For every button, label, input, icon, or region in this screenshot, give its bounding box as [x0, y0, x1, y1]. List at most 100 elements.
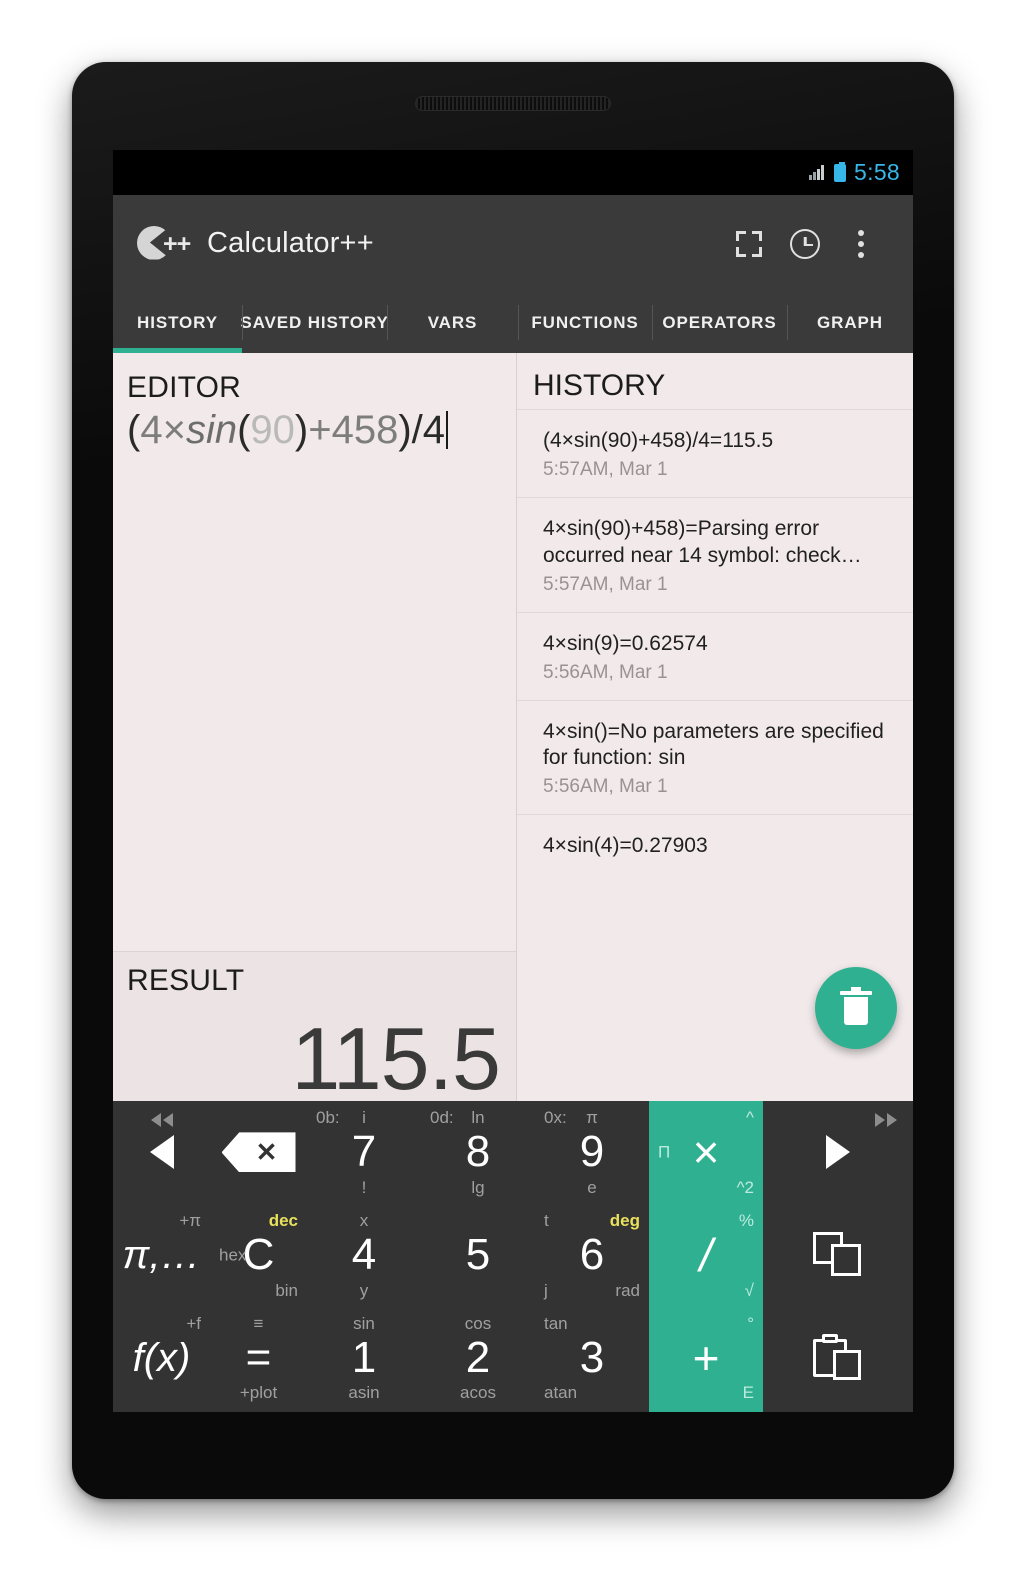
- key-1-corner-tc: sin: [353, 1313, 375, 1333]
- key-9-corner-tl: 0x:: [544, 1108, 567, 1127]
- history-expression: 4×sin(9)=0.62574: [543, 631, 708, 655]
- key-4-corner-tc: x: [359, 1210, 369, 1230]
- history-button[interactable]: [777, 216, 833, 272]
- double-left-icon: [150, 1113, 173, 1127]
- key-equals-corner-tc: ≡: [253, 1313, 264, 1333]
- key-share[interactable]: [210, 1409, 307, 1412]
- editor-pane[interactable]: EDITOR (4×sin(90)+458)/4: [113, 353, 516, 951]
- tab-vars[interactable]: VARS: [387, 292, 518, 353]
- history-title: HISTORY: [533, 369, 666, 402]
- key-clear-label: C: [242, 1230, 275, 1280]
- expr-part-8: )/4: [398, 408, 446, 452]
- fullscreen-icon: [736, 230, 762, 257]
- history-list-item[interactable]: 4×sin()=No parameters are specified for …: [517, 699, 913, 815]
- history-list-item[interactable]: 4×sin(4)=0.27903: [517, 814, 913, 876]
- earpiece-speaker: [415, 96, 611, 111]
- battery-charging-icon: [834, 161, 847, 182]
- key-clear-corner-ml: hex: [219, 1245, 247, 1265]
- key-1-corner-bc: asin: [348, 1383, 380, 1403]
- history-timestamp: 5:56AM, Mar 1: [543, 661, 668, 683]
- expr-part-5: 90: [250, 408, 295, 452]
- history-expression: 4×sin()=No parameters are specified for …: [543, 719, 884, 770]
- tab-saved-history[interactable]: SAVED HISTORY: [240, 292, 388, 353]
- key-parentheses[interactable]: (…) ( ) ( ): [307, 1409, 421, 1412]
- key-clear[interactable]: hex dec bin C: [210, 1204, 307, 1307]
- editor-title: EDITOR: [127, 371, 241, 404]
- tab-graph[interactable]: GRAPH: [787, 292, 913, 353]
- key-4[interactable]: x y 4: [307, 1204, 421, 1307]
- key-functions-corner-tr: +f: [186, 1313, 201, 1333]
- history-list-item[interactable]: 4×sin(90)+458)=Parsing error occurred ne…: [517, 496, 913, 612]
- key-memory[interactable]: undo redo M: [763, 1409, 913, 1412]
- key-cursor-right[interactable]: [763, 1101, 913, 1204]
- key-constants[interactable]: +π π,…: [113, 1204, 210, 1307]
- key-8[interactable]: 0d: ln lg 8: [421, 1101, 535, 1204]
- trash-icon: [840, 987, 872, 1025]
- key-7[interactable]: 0b: i ! 7: [307, 1101, 421, 1204]
- key-divide[interactable]: % √ /: [649, 1203, 763, 1307]
- key-6-label: 6: [579, 1230, 605, 1280]
- history-expression: 4×sin(4)=0.27903: [543, 834, 708, 858]
- delete-history-fab[interactable]: [815, 967, 897, 1049]
- editor-expression[interactable]: (4×sin(90)+458)/4: [127, 407, 502, 454]
- key-2[interactable]: cos acos 2: [421, 1307, 535, 1410]
- history-timestamp: 5:57AM, Mar 1: [543, 573, 668, 595]
- key-0[interactable]: 00 000 0: [421, 1409, 535, 1412]
- fullscreen-button[interactable]: [721, 216, 777, 272]
- result-title: RESULT: [127, 964, 245, 997]
- key-8-corner-bc: lg: [471, 1177, 485, 1197]
- history-panel: HISTORY (4×sin(90)+458)/4=115.5 5:57AM, …: [517, 353, 913, 1101]
- key-2-corner-bc: acos: [460, 1383, 496, 1403]
- overflow-menu-button[interactable]: [833, 216, 889, 272]
- key-minus[interactable]: ∂,… −: [649, 1409, 763, 1412]
- key-1[interactable]: sin asin 1: [307, 1307, 421, 1410]
- key-functions-label: f(x): [132, 1335, 191, 1380]
- key-functions[interactable]: +f f(x): [113, 1307, 210, 1410]
- key-clear-corner-bin: bin: [275, 1280, 298, 1300]
- expr-part-4: (: [237, 408, 251, 452]
- key-paste[interactable]: [763, 1307, 913, 1410]
- tab-bar: HISTORY SAVED HISTORY VARS FUNCTIONS OPE…: [113, 292, 913, 353]
- tablet-device-frame: 5:58 ++ Calculator++ HISTORY SAVED HISTO…: [72, 62, 954, 1499]
- key-backspace[interactable]: ✕: [210, 1101, 307, 1204]
- key-6-corner-bl: j: [544, 1280, 548, 1300]
- tab-operators[interactable]: OPERATORS: [652, 292, 787, 353]
- backspace-icon: ✕: [221, 1132, 296, 1173]
- key-operators[interactable]: ∂,…: [113, 1409, 210, 1412]
- history-expression: 4×sin(90)+458)=Parsing error occurred ne…: [543, 516, 862, 567]
- key-multiply[interactable]: Π ^ ^2 ×: [649, 1101, 763, 1204]
- history-expression: (4×sin(90)+458)/4=115.5: [543, 429, 774, 452]
- key-copy[interactable]: [763, 1204, 913, 1307]
- history-list-item[interactable]: (4×sin(90)+458)/4=115.5 5:57AM, Mar 1: [517, 409, 913, 497]
- tab-history[interactable]: HISTORY: [113, 292, 242, 353]
- key-8-corner-tc: ln: [471, 1108, 485, 1127]
- key-clear-corner-dec: dec: [268, 1210, 298, 1230]
- key-plus[interactable]: ° E +: [649, 1306, 763, 1410]
- expr-part-2: 4×: [140, 408, 186, 452]
- expr-part-1: (: [127, 408, 141, 452]
- key-6[interactable]: t j deg rad 6: [535, 1204, 649, 1307]
- key-5[interactable]: 5: [421, 1204, 535, 1307]
- history-list-item[interactable]: 4×sin(9)=0.62574 5:56AM, Mar 1: [517, 611, 913, 700]
- key-6-corner-tl: t: [544, 1210, 549, 1230]
- action-bar: ++ Calculator++: [113, 195, 913, 292]
- expr-part-6: ): [294, 408, 309, 452]
- key-3[interactable]: tan atan 3: [535, 1307, 649, 1410]
- page-title: Calculator++: [207, 227, 374, 259]
- key-8-corner-tl: 0d:: [430, 1108, 454, 1127]
- arrow-left-icon: [149, 1135, 174, 1170]
- key-cursor-left[interactable]: [113, 1101, 210, 1204]
- key-9[interactable]: 0x: π e 9: [535, 1101, 649, 1204]
- key-multiply-corner-ml: Π: [658, 1142, 671, 1162]
- key-plus-label: +: [692, 1331, 720, 1384]
- key-multiply-corner-br: ^2: [736, 1177, 754, 1197]
- signal-bars-icon: [809, 165, 826, 180]
- key-equals[interactable]: ≡ +plot =: [210, 1307, 307, 1410]
- expr-part-3: sin: [185, 408, 238, 452]
- key-dot[interactable]: , .: [535, 1409, 649, 1412]
- key-divide-corner-br: √: [744, 1280, 754, 1300]
- tab-functions[interactable]: FUNCTIONS: [518, 292, 652, 353]
- result-pane[interactable]: RESULT 115.5: [113, 951, 516, 1103]
- left-column: EDITOR (4×sin(90)+458)/4 RESULT 115.5: [113, 353, 517, 1103]
- key-equals-label: =: [245, 1332, 272, 1382]
